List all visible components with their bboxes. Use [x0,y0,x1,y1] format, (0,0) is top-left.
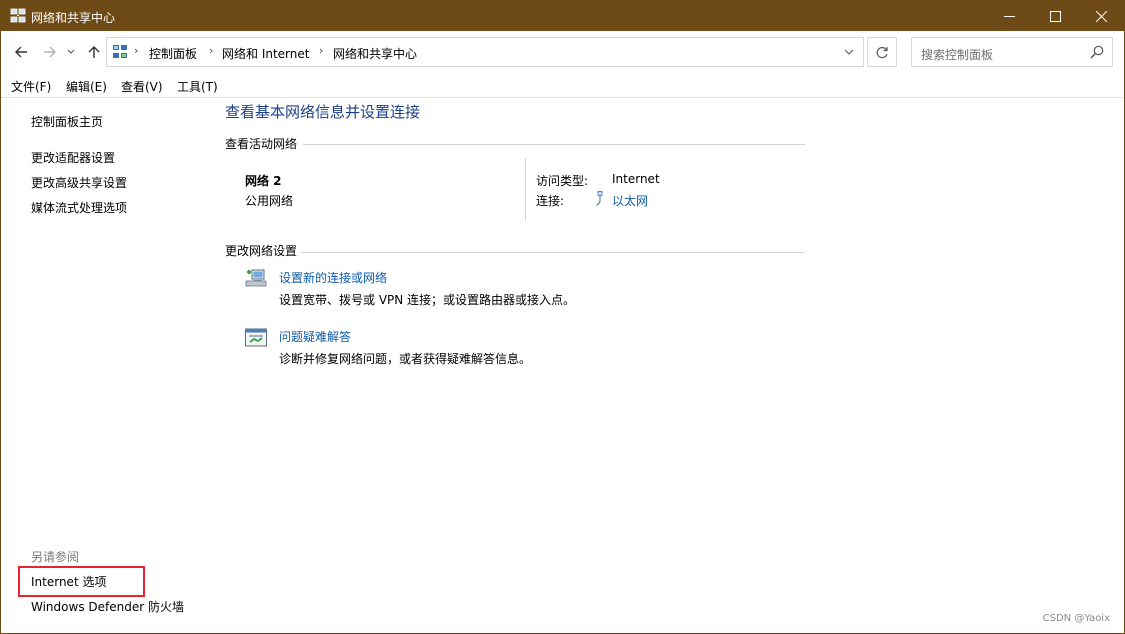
watermark: CSDN @Yaoix [1042,613,1110,624]
access-type-value: Internet [612,172,660,186]
up-button[interactable] [83,41,105,63]
control-panel-icon [113,45,127,58]
menu-bar: 文件(F) 编辑(E) 查看(V) 工具(T) [1,73,1124,98]
close-button[interactable] [1078,1,1124,31]
chevron-down-icon [67,49,75,54]
arrow-left-icon [15,46,27,58]
menu-view[interactable]: 查看(V) [121,78,163,95]
minimize-button[interactable] [986,1,1032,31]
menu-edit[interactable]: 编辑(E) [66,78,107,95]
search-icon[interactable] [1090,45,1104,59]
setup-new-connection-link[interactable]: 设置新的连接或网络 [279,269,387,286]
breadcrumb-control-panel[interactable]: 控制面板 [149,45,197,62]
arrow-right-icon [44,46,56,58]
vertical-divider [525,158,526,221]
see-also-label: 另请参阅 [31,550,80,564]
setup-new-connection-description: 设置宽带、拨号或 VPN 连接；或设置路由器或接入点。 [279,293,576,307]
maximize-button[interactable] [1032,1,1078,31]
section-divider [303,144,805,145]
address-box[interactable]: › 控制面板 › 网络和 Internet › 网络和共享中心 [106,37,864,67]
maximize-icon [1049,10,1061,22]
network-sharing-center-window: 网络和共享中心 › 控制面板 › 网络和 Internet › 网络和共享中心 … [0,0,1125,634]
back-button[interactable] [10,41,32,63]
connection-ethernet-link[interactable]: 以太网 [612,192,648,209]
chevron-down-icon [844,49,854,55]
refresh-icon [876,46,888,58]
refresh-button[interactable] [867,37,897,67]
network-name: 网络 2 [245,174,282,188]
sidebar-link-change-adapter-settings[interactable]: 更改适配器设置 [31,149,115,166]
recent-locations-button[interactable] [64,41,78,63]
address-bar-row: › 控制面板 › 网络和 Internet › 网络和共享中心 搜索控制面板 [1,31,1124,73]
sidebar-link-advanced-sharing[interactable]: 更改高级共享设置 [31,174,127,191]
active-networks-heading: 查看活动网络 [225,137,298,151]
menu-file[interactable]: 文件(F) [11,78,51,95]
change-settings-heading: 更改网络设置 [225,244,298,258]
troubleshoot-icon [245,328,267,347]
title-bar[interactable]: 网络和共享中心 [1,1,1124,31]
arrow-up-icon [88,46,100,58]
page-title: 查看基本网络信息并设置连接 [225,103,421,121]
forward-button[interactable] [39,41,61,63]
troubleshoot-description: 诊断并修复网络问题，或者获得疑难解答信息。 [279,352,532,366]
minimize-icon [1003,15,1015,17]
connection-label: 连接: [536,194,565,208]
see-also-internet-options[interactable]: Internet 选项 [31,573,106,590]
search-box[interactable]: 搜索控制面板 [911,37,1113,67]
section-divider [301,252,805,253]
network-setup-icon [245,269,267,287]
search-placeholder: 搜索控制面板 [921,48,994,62]
troubleshoot-link[interactable]: 问题疑难解答 [279,328,351,345]
close-icon [1095,10,1107,22]
chevron-right-icon: › [319,44,324,57]
network-app-icon [10,8,26,23]
access-type-label: 访问类型: [536,174,589,188]
breadcrumb-network-internet[interactable]: 网络和 Internet [222,45,309,62]
network-category[interactable]: 公用网络 [245,192,293,209]
menu-tools[interactable]: 工具(T) [177,78,218,95]
sidebar-link-control-panel-home[interactable]: 控制面板主页 [31,113,103,130]
ethernet-icon [596,191,603,206]
breadcrumb-network-sharing-center[interactable]: 网络和共享中心 [333,45,417,62]
window-title: 网络和共享中心 [31,11,116,25]
chevron-right-icon: › [209,44,214,57]
address-dropdown-button[interactable] [841,44,857,60]
see-also-defender-firewall[interactable]: Windows Defender 防火墙 [31,598,184,615]
sidebar-link-media-streaming[interactable]: 媒体流式处理选项 [31,199,127,216]
chevron-right-icon: › [134,44,139,57]
